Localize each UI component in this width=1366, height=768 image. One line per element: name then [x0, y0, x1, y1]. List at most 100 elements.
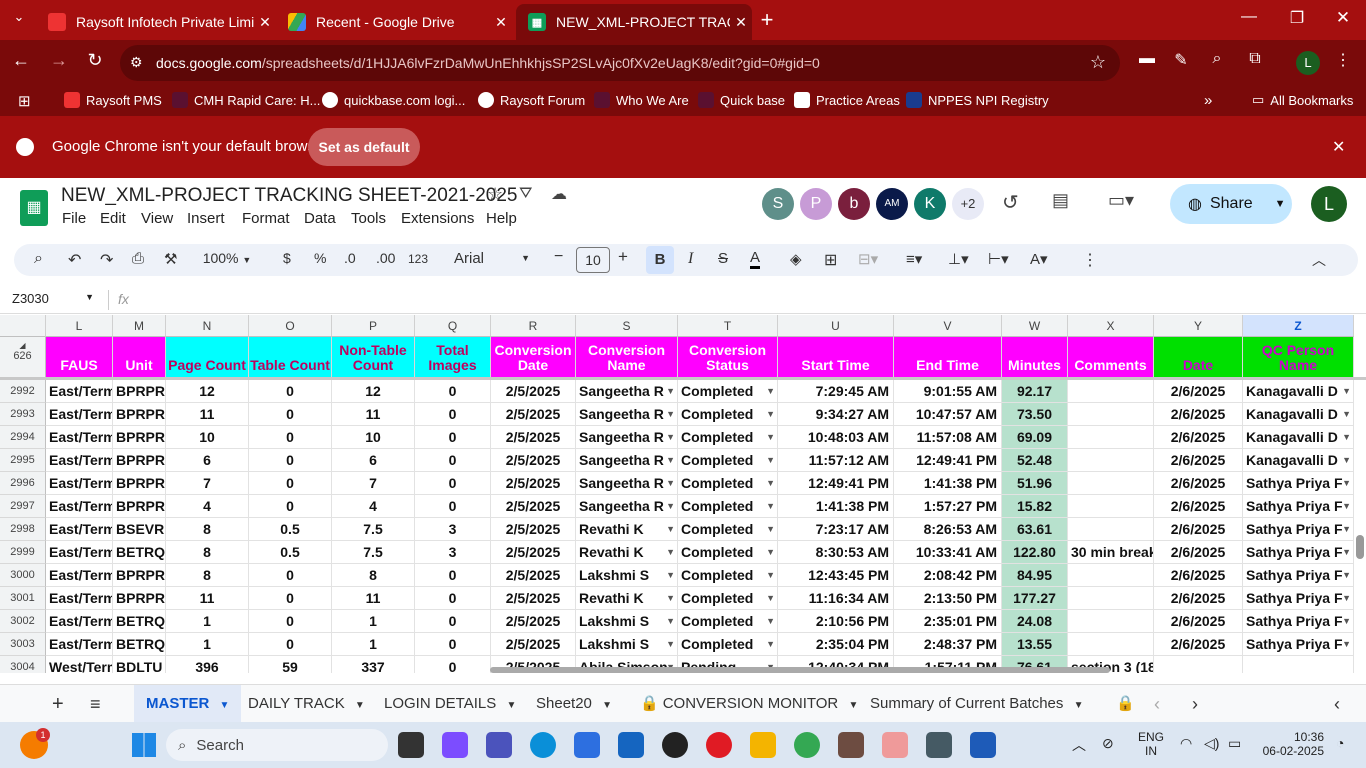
- column-letter-q[interactable]: Q: [415, 315, 491, 337]
- bookmark-star-icon[interactable]: ☆: [1090, 52, 1106, 73]
- clock[interactable]: 10:36 06-02-2025: [1262, 730, 1324, 758]
- column-letter-o[interactable]: O: [249, 315, 332, 337]
- row-number[interactable]: 2995: [0, 449, 46, 472]
- table-cell[interactable]: 13.55: [1002, 633, 1068, 656]
- table-cell[interactable]: 12:49:41 PM: [778, 472, 894, 495]
- dropdown-chevron-icon[interactable]: ▼: [766, 587, 775, 609]
- table-cell[interactable]: East/Termir: [46, 403, 113, 426]
- table-cell[interactable]: 4: [332, 495, 415, 518]
- notifications-bell-icon[interactable]: ◔: [1336, 735, 1344, 751]
- column-letter-p[interactable]: P: [332, 315, 415, 337]
- fill-color-icon[interactable]: ◈: [790, 250, 802, 268]
- menu-format[interactable]: Format: [242, 210, 290, 227]
- table-cell[interactable]: 2/6/2025: [1154, 380, 1243, 403]
- row-number[interactable]: 3004: [0, 656, 46, 673]
- table-cell[interactable]: 11: [166, 587, 249, 610]
- column-header-cell[interactable]: QC Person Name: [1243, 337, 1354, 377]
- bookmark-quick-base[interactable]: Quick base: [698, 92, 785, 108]
- table-cell[interactable]: BETRQ: [113, 541, 166, 564]
- table-cell[interactable]: East/Termir: [46, 564, 113, 587]
- table-cell[interactable]: 1: [332, 633, 415, 656]
- table-cell[interactable]: 1: [166, 610, 249, 633]
- table-cell[interactable]: 2/6/2025: [1154, 472, 1243, 495]
- column-letter-u[interactable]: U: [778, 315, 894, 337]
- opera-icon[interactable]: [706, 732, 732, 758]
- table-cell[interactable]: Completed ▼: [678, 564, 778, 587]
- table-cell[interactable]: Revathi K ▼: [576, 518, 678, 541]
- table-cell[interactable]: 0: [415, 587, 491, 610]
- table-cell[interactable]: 30 min break: [1068, 541, 1154, 564]
- table-cell[interactable]: 11:57:12 AM: [778, 449, 894, 472]
- column-letter-m[interactable]: M: [113, 315, 166, 337]
- table-cell[interactable]: 0: [415, 495, 491, 518]
- table-cell[interactable]: 337: [332, 656, 415, 673]
- select-all-corner[interactable]: [0, 315, 46, 337]
- table-cell[interactable]: 8: [166, 518, 249, 541]
- dropdown-chevron-icon[interactable]: ▼: [766, 610, 775, 632]
- edge-icon[interactable]: [530, 732, 556, 758]
- windows-start-icon[interactable]: [132, 733, 156, 757]
- move-to-folder-icon[interactable]: ⛛: [519, 185, 532, 203]
- meet-camera-icon[interactable]: ▭▾: [1108, 190, 1134, 211]
- table-cell[interactable]: 2/6/2025: [1154, 518, 1243, 541]
- table-cell[interactable]: 2/6/2025: [1154, 449, 1243, 472]
- pen-icon[interactable]: ✎: [1166, 50, 1196, 70]
- table-cell[interactable]: East/Termir: [46, 380, 113, 403]
- column-letter-n[interactable]: N: [166, 315, 249, 337]
- dropdown-chevron-icon[interactable]: ▼: [666, 587, 675, 609]
- table-cell[interactable]: 6: [332, 449, 415, 472]
- word-icon[interactable]: [970, 732, 996, 758]
- dropdown-chevron-icon[interactable]: ▼: [666, 518, 675, 540]
- table-cell[interactable]: 4: [166, 495, 249, 518]
- search-menus-icon[interactable]: ⌕: [34, 250, 43, 268]
- table-cell[interactable]: 177.27: [1002, 587, 1068, 610]
- table-cell[interactable]: 2/5/2025: [491, 587, 576, 610]
- dropdown-chevron-icon[interactable]: ▼: [766, 564, 775, 586]
- wifi-icon[interactable]: ◠: [1180, 735, 1192, 752]
- bookmark-raysoft-pms[interactable]: Raysoft PMS: [64, 92, 162, 108]
- table-cell[interactable]: Kanagavalli D ▼: [1243, 426, 1354, 449]
- table-cell[interactable]: 51.96: [1002, 472, 1068, 495]
- taskbar-search[interactable]: ⌕ Search: [166, 729, 388, 761]
- close-icon[interactable]: ✕: [730, 14, 752, 31]
- battery-icon[interactable]: ▭: [1228, 735, 1241, 752]
- dropdown-chevron-icon[interactable]: ▼: [766, 449, 775, 471]
- vertical-scrollbar-thumb[interactable]: [1356, 535, 1364, 559]
- sheets-logo-icon[interactable]: ▦: [20, 190, 48, 226]
- table-cell[interactable]: 0: [415, 656, 491, 673]
- table-cell[interactable]: 0: [415, 610, 491, 633]
- browser-tab-sheet[interactable]: ▦ NEW_XML-PROJECT TRACKING ✕: [516, 4, 752, 40]
- column-header-cell[interactable]: Comments: [1068, 337, 1154, 377]
- table-cell[interactable]: Sangeetha R ▼: [576, 426, 678, 449]
- table-cell[interactable]: BSEVR: [113, 518, 166, 541]
- collaborator-avatar[interactable]: AM: [876, 188, 908, 220]
- dropdown-chevron-icon[interactable]: ▼: [766, 380, 775, 402]
- sheet-tab-sheet20[interactable]: Sheet20 ▼: [536, 685, 612, 723]
- table-cell[interactable]: Completed ▼: [678, 380, 778, 403]
- window-close-icon[interactable]: ✕: [1328, 8, 1358, 28]
- borders-icon[interactable]: ⊞: [824, 250, 837, 270]
- table-cell[interactable]: [1068, 426, 1154, 449]
- table-cell[interactable]: Completed ▼: [678, 472, 778, 495]
- table-cell[interactable]: Sathya Priya F ▼: [1243, 495, 1354, 518]
- row-number[interactable]: 2994: [0, 426, 46, 449]
- table-cell[interactable]: 0.5: [249, 518, 332, 541]
- sheet-tab-daily-track[interactable]: DAILY TRACK ▼: [248, 685, 365, 723]
- table-cell[interactable]: 0: [249, 472, 332, 495]
- table-cell[interactable]: 0: [415, 472, 491, 495]
- table-cell[interactable]: 2/5/2025: [491, 472, 576, 495]
- table-cell[interactable]: BPRPR: [113, 472, 166, 495]
- table-cell[interactable]: East/Termir: [46, 472, 113, 495]
- table-cell[interactable]: 8: [166, 541, 249, 564]
- dropdown-chevron-icon[interactable]: ▼: [1342, 587, 1351, 609]
- table-cell[interactable]: West/Termi: [46, 656, 113, 673]
- table-cell[interactable]: 2/5/2025: [491, 541, 576, 564]
- tab-search-chevron-icon[interactable]: ⌄: [4, 9, 34, 25]
- column-header-cell[interactable]: Unit: [113, 337, 166, 377]
- table-cell[interactable]: Completed ▼: [678, 449, 778, 472]
- font-size-input[interactable]: 10: [576, 247, 610, 273]
- row-number[interactable]: 2999: [0, 541, 46, 564]
- spreadsheet-grid[interactable]: ◢ 626 L FAUS M Unit N Page Count O Table Count P N…: [0, 315, 1366, 673]
- dropdown-chevron-icon[interactable]: ▼: [666, 610, 675, 632]
- table-cell[interactable]: Lakshmi S ▼: [576, 564, 678, 587]
